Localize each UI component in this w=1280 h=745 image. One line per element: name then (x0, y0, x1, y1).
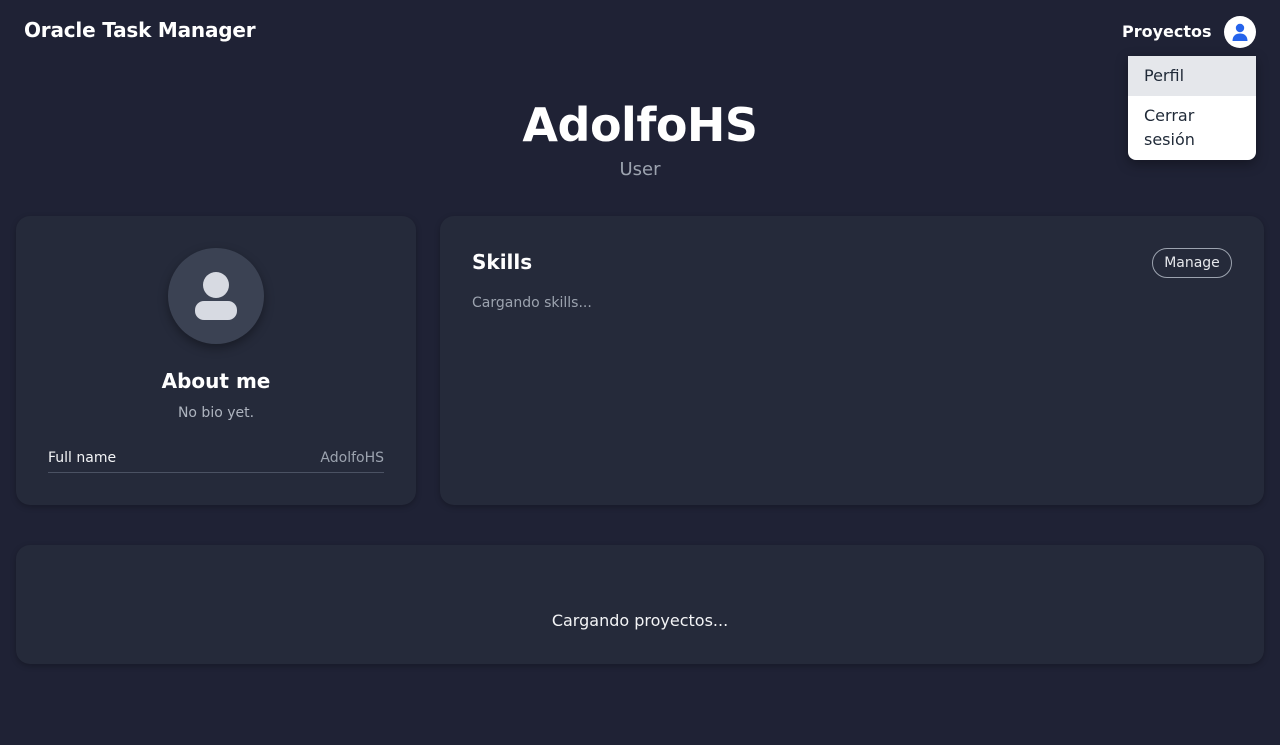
manage-skills-button[interactable]: Manage (1152, 248, 1232, 278)
field-label: Full name (48, 450, 117, 466)
field-value: AdolfoHS (320, 450, 384, 466)
menu-item-perfil[interactable]: Perfil (1128, 56, 1256, 96)
projects-loading-text: Cargando proyectos... (551, 611, 729, 630)
skills-title: Skills (472, 250, 533, 274)
about-bio: No bio yet. (177, 405, 255, 421)
projects-card: Cargando proyectos... (16, 545, 1264, 664)
profile-role: User (619, 159, 661, 180)
user-avatar-icon (1232, 23, 1248, 41)
field-row-full-name: Full name AdolfoHS (48, 448, 384, 473)
skills-card: Skills Manage Cargando skills... (440, 216, 1264, 505)
skills-loading-text: Cargando skills... (472, 295, 592, 311)
top-navbar: Oracle Task Manager Proyectos (0, 0, 1280, 64)
about-card: About me No bio yet. Full name AdolfoHS (16, 216, 416, 505)
about-title: About me (161, 369, 271, 393)
profile-username: AdolfoHS (522, 98, 758, 152)
user-menu-button[interactable] (1224, 16, 1256, 48)
nav-link-proyectos[interactable]: Proyectos (1122, 22, 1212, 41)
app-title[interactable]: Oracle Task Manager (24, 18, 256, 42)
profile-avatar (168, 248, 264, 344)
user-silhouette-icon (195, 272, 237, 320)
